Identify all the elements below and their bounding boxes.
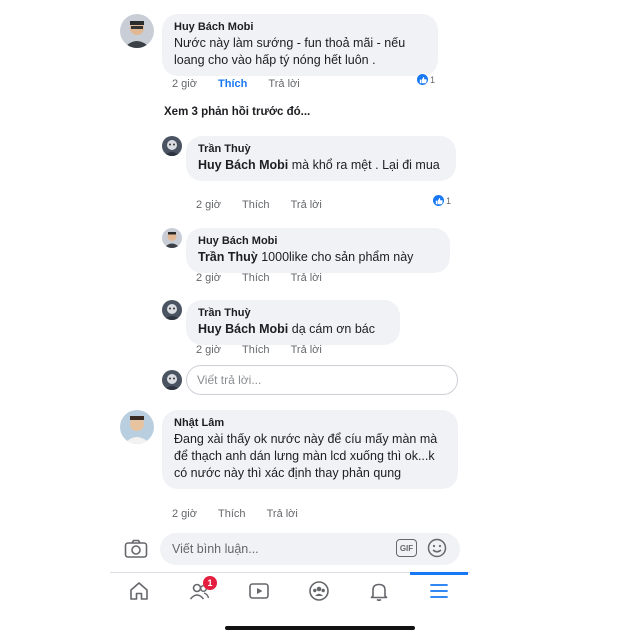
reply-actions: 2 giờ Thích Trả lời <box>196 344 340 356</box>
reply-bubble[interactable]: Huy Bách Mobi Trần Thuỳ 1000like cho sản… <box>186 228 450 273</box>
comment-bubble[interactable]: Huy Bách Mobi Nước này làm sướng - fun t… <box>162 14 438 76</box>
mention-link[interactable]: Huy Bách Mobi <box>198 322 288 336</box>
comment-time: 2 giờ <box>172 508 197 520</box>
watch-icon[interactable] <box>246 578 272 604</box>
like-button[interactable]: Thích <box>242 272 270 284</box>
comment-time: 2 giờ <box>172 78 197 90</box>
like-button[interactable]: Thích <box>242 199 270 211</box>
like-button[interactable]: Thích <box>218 78 247 90</box>
reply-text: 1000like cho sản phẩm này <box>257 250 414 264</box>
mention-link[interactable]: Trần Thuỳ <box>198 250 258 264</box>
active-tab-indicator <box>410 572 468 575</box>
home-indicator[interactable] <box>225 626 415 630</box>
like-button[interactable]: Thích <box>242 344 270 356</box>
comment-author[interactable]: Nhật Lâm <box>174 416 446 431</box>
reply-bubble[interactable]: Trần Thuỳ Huy Bách Mobi dạ cám ơn bác <box>186 300 400 345</box>
comment-actions: 2 giờ Thích Trả lời <box>172 78 318 90</box>
avatar <box>162 370 182 390</box>
comment-text: Nước này làm sướng - fun thoả mãi - nếu … <box>174 36 406 67</box>
friends-badge: 1 <box>203 576 217 590</box>
reaction-count[interactable]: 1 <box>416 73 435 86</box>
menu-icon[interactable] <box>426 578 452 604</box>
reply-time: 2 giờ <box>196 272 221 284</box>
gif-button[interactable]: GIF <box>396 539 417 557</box>
like-reaction-icon <box>416 73 429 86</box>
camera-icon[interactable] <box>124 539 148 559</box>
reply-actions: 2 giờ Thích Trả lời <box>196 272 340 284</box>
avatar[interactable] <box>162 228 182 248</box>
avatar[interactable] <box>162 136 182 156</box>
like-button[interactable]: Thích <box>218 508 246 520</box>
comment-author[interactable]: Huy Bách Mobi <box>174 20 426 35</box>
reply-bubble[interactable]: Trần Thuỳ Huy Bách Mobi mà khổ ra mệt . … <box>186 136 456 181</box>
see-previous-replies-link[interactable]: Xem 3 phản hồi trước đó... <box>164 106 310 118</box>
reply-author[interactable]: Huy Bách Mobi <box>198 234 438 249</box>
reply-author[interactable]: Trần Thuỳ <box>198 306 388 321</box>
reply-time: 2 giờ <box>196 199 221 211</box>
reply-actions: 2 giờ Thích Trả lời <box>196 199 340 211</box>
reply-author[interactable]: Trần Thuỳ <box>198 142 444 157</box>
comment-bubble[interactable]: Nhật Lâm Đang xài thấy ok nước này để cí… <box>162 410 458 489</box>
notifications-icon[interactable] <box>366 578 392 604</box>
reaction-count[interactable]: 1 <box>432 194 451 207</box>
reply-button[interactable]: Trả lời <box>267 508 298 520</box>
comment-actions: 2 giờ Thích Trả lời <box>172 508 316 520</box>
avatar[interactable] <box>162 300 182 320</box>
groups-icon[interactable] <box>306 578 332 604</box>
comment-text: Đang xài thấy ok nước này để cíu mấy màn… <box>174 432 438 480</box>
reply-input[interactable]: Viết trả lời... <box>186 365 458 395</box>
reply-text: mà khổ ra mệt . Lại đi mua <box>288 158 440 172</box>
home-icon[interactable] <box>126 578 152 604</box>
reply-button[interactable]: Trả lời <box>291 272 322 284</box>
reply-button[interactable]: Trả lời <box>291 199 322 211</box>
mention-link[interactable]: Huy Bách Mobi <box>198 158 288 172</box>
comments-screen: Huy Bách Mobi Nước này làm sướng - fun t… <box>0 0 640 640</box>
avatar[interactable] <box>120 410 154 444</box>
reply-text: dạ cám ơn bác <box>288 322 376 336</box>
reply-time: 2 giờ <box>196 344 221 356</box>
reply-button[interactable]: Trả lời <box>291 344 322 356</box>
like-reaction-icon <box>432 194 445 207</box>
avatar[interactable] <box>120 14 154 48</box>
reply-button[interactable]: Trả lời <box>268 78 299 90</box>
emoji-icon[interactable] <box>427 538 447 558</box>
